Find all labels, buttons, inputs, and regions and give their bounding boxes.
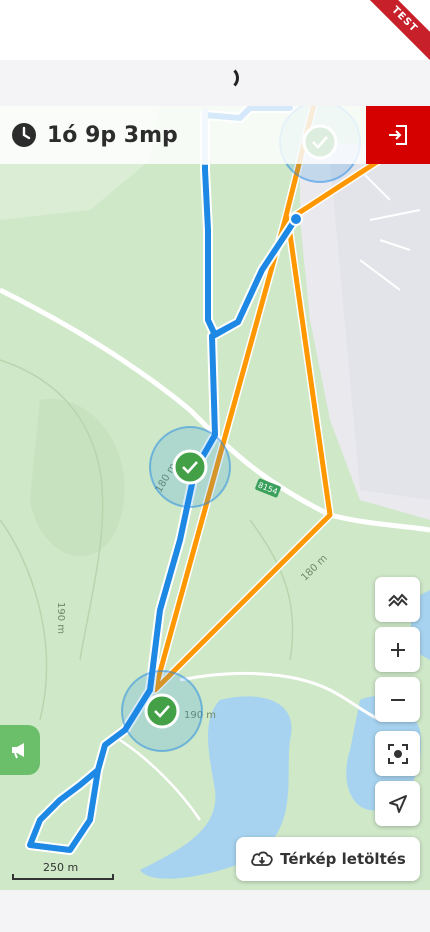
navigate-button[interactable] — [375, 781, 420, 826]
elevation-label: 190 m — [55, 602, 66, 634]
loading-bar — [0, 60, 430, 106]
loading-spinner-icon — [215, 66, 239, 90]
minus-icon — [390, 698, 405, 701]
zoom-out-button[interactable] — [375, 677, 420, 722]
scale-bar — [12, 874, 114, 880]
exit-button[interactable] — [366, 106, 430, 164]
map-canvas[interactable]: 180 m 180 m 190 m 190 m 8154 — [0, 106, 430, 890]
clock-icon — [12, 123, 36, 147]
plus-icon — [390, 642, 405, 657]
checkpoint-completed — [121, 670, 203, 752]
checkpoint-completed — [149, 426, 231, 508]
scale-label: 250 m — [43, 861, 79, 874]
login-exit-icon — [389, 125, 407, 145]
mountain-icon — [387, 593, 408, 607]
bottom-safe-area — [0, 890, 430, 932]
elapsed-time: 1ó 9p 3mp — [47, 122, 178, 148]
focus-center-icon — [387, 743, 408, 764]
elevation-profile-button[interactable] — [375, 577, 420, 622]
center-location-button[interactable] — [375, 731, 420, 776]
download-map-label: Térkép letöltés — [280, 850, 406, 868]
timer-bar: 1ó 9p 3mp — [0, 106, 366, 164]
status-area — [0, 0, 430, 60]
download-map-button[interactable]: Térkép letöltés — [236, 837, 420, 881]
navigation-arrow-icon — [388, 794, 407, 813]
megaphone-icon — [12, 743, 24, 759]
current-position-marker — [289, 212, 303, 226]
map-view[interactable]: 180 m 180 m 190 m 190 m 8154 — [0, 106, 430, 890]
announcement-button[interactable] — [0, 725, 40, 775]
zoom-in-button[interactable] — [375, 627, 420, 672]
cloud-download-icon — [251, 851, 273, 866]
